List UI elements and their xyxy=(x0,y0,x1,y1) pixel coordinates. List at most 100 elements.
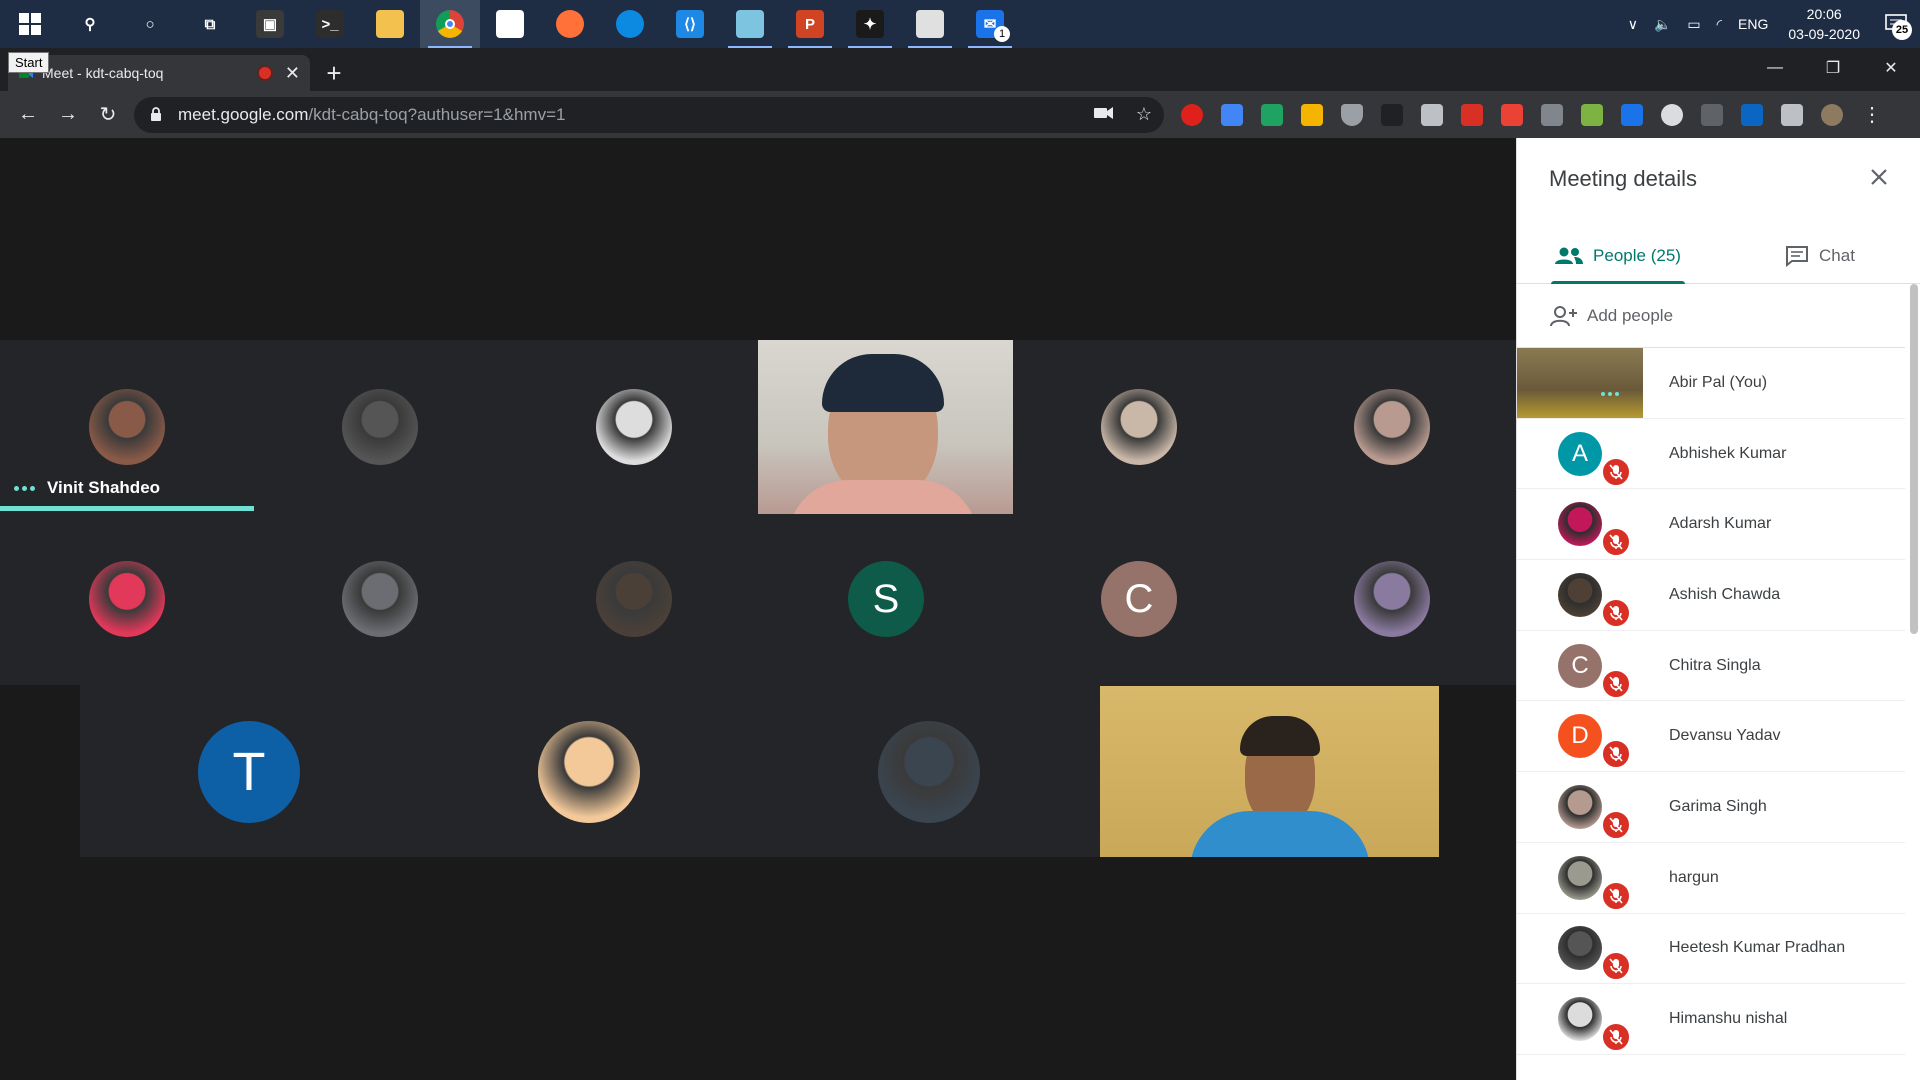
cortana-taskbar-button[interactable]: ○ xyxy=(120,0,180,48)
reload-button[interactable]: ↻ xyxy=(88,95,128,135)
participant-tile[interactable] xyxy=(596,561,672,637)
mic-off-icon xyxy=(1601,668,1631,699)
close-window-button[interactable]: ✕ xyxy=(1862,48,1920,88)
participant-tile[interactable] xyxy=(596,389,672,465)
minimize-button[interactable]: — xyxy=(1746,48,1804,88)
close-panel-icon[interactable] xyxy=(1864,162,1894,192)
add-people-button[interactable]: Add people xyxy=(1517,284,1905,348)
lock-icon[interactable] xyxy=(146,107,166,122)
participant-tile[interactable] xyxy=(342,561,418,637)
participant-list-item[interactable]: D Devansu Yadav xyxy=(1517,701,1905,773)
participant-tile[interactable] xyxy=(1101,389,1177,465)
circle-extension-icon[interactable] xyxy=(1658,101,1686,129)
dropper-extension-icon[interactable] xyxy=(1618,101,1646,129)
powerpoint-icon: P xyxy=(796,10,824,38)
participant-tile[interactable] xyxy=(1354,561,1430,637)
terminal-taskbar-button[interactable]: >_ xyxy=(300,0,360,48)
action-center-button[interactable]: 25 xyxy=(1872,0,1920,48)
bookmark-star-icon[interactable]: ☆ xyxy=(1136,104,1152,125)
grey-extension-icon[interactable] xyxy=(1698,101,1726,129)
tab-people-label: People (25) xyxy=(1593,245,1681,265)
participant-tile[interactable]: C xyxy=(1101,561,1177,637)
participant-list-item[interactable]: A Abhishek Kumar xyxy=(1517,419,1905,490)
participant-tile[interactable]: T xyxy=(198,721,300,823)
participant-photo-avatar xyxy=(342,561,418,637)
address-bar[interactable]: meet.google.com/kdt-cabq-toq?authuser=1&… xyxy=(134,96,1164,133)
participant-list-item[interactable]: Garima Singh xyxy=(1517,772,1905,843)
gift-extension-icon[interactable] xyxy=(1498,101,1526,129)
privacy-extension-icon[interactable] xyxy=(1338,101,1366,129)
mic-off-icon xyxy=(1601,809,1631,840)
participant-tile[interactable] xyxy=(538,721,640,823)
participant-video-1[interactable] xyxy=(758,340,1013,514)
file-explorer-taskbar-button[interactable] xyxy=(360,0,420,48)
participant-list-item[interactable]: hargun xyxy=(1517,843,1905,914)
chrome-menu-icon[interactable]: ⋮ xyxy=(1858,101,1886,129)
panel-scrollbar[interactable] xyxy=(1910,284,1918,634)
green-extension-icon[interactable] xyxy=(1578,101,1606,129)
task-view-taskbar-button[interactable]: ⧉ xyxy=(180,0,240,48)
chrome-taskbar-button[interactable] xyxy=(420,0,480,48)
participant-photo-avatar xyxy=(1558,997,1602,1042)
forward-button[interactable]: → xyxy=(48,95,88,135)
tab-close-icon[interactable]: ✕ xyxy=(285,63,300,84)
volume-icon[interactable]: 🔈 xyxy=(1646,0,1679,48)
mail-taskbar-button[interactable]: ✉ 1 xyxy=(960,0,1020,48)
participant-tile[interactable] xyxy=(89,561,165,637)
participant-video-2[interactable] xyxy=(1100,686,1439,857)
s-extension-icon[interactable] xyxy=(1258,101,1286,129)
adblock-extension-icon[interactable] xyxy=(1178,101,1206,129)
new-tab-button[interactable]: + xyxy=(314,55,354,91)
participant-list-item[interactable]: Adarsh Kumar xyxy=(1517,489,1905,561)
participant-photo-avatar xyxy=(1558,502,1602,547)
red-extension-icon[interactable] xyxy=(1458,101,1486,129)
battery-icon[interactable]: ▭ xyxy=(1679,0,1708,48)
figma-taskbar-button[interactable]: ✦ xyxy=(840,0,900,48)
tab-people[interactable]: People (25) xyxy=(1517,228,1719,284)
chevron-up-icon[interactable]: ∨ xyxy=(1620,0,1646,48)
pen-app-taskbar-button[interactable] xyxy=(720,0,780,48)
add-people-label: Add people xyxy=(1587,305,1674,325)
shield-extension-icon[interactable] xyxy=(1298,101,1326,129)
back-button[interactable]: ← xyxy=(8,95,48,135)
participant-tile[interactable] xyxy=(342,389,418,465)
clock[interactable]: 20:06 03-09-2020 xyxy=(1776,4,1872,44)
wifi-icon[interactable]: ◜ xyxy=(1709,0,1730,48)
linkedin-extension-icon[interactable] xyxy=(1738,101,1766,129)
store-taskbar-button[interactable] xyxy=(480,0,540,48)
extensions-puzzle-icon[interactable] xyxy=(1778,101,1806,129)
participant-tile[interactable] xyxy=(878,721,980,823)
participant-tile[interactable]: S xyxy=(848,561,924,637)
vscode-taskbar-button[interactable]: ⟨⟩ xyxy=(660,0,720,48)
edge-taskbar-button[interactable] xyxy=(600,0,660,48)
browser-tab[interactable]: Meet - kdt-cabq-toq ✕ xyxy=(8,55,310,91)
paint-taskbar-button[interactable] xyxy=(900,0,960,48)
powerpoint-taskbar-button[interactable]: P xyxy=(780,0,840,48)
puzzle-ext-icon[interactable] xyxy=(1538,101,1566,129)
participant-list-item[interactable]: Heetesh Kumar Pradhan xyxy=(1517,914,1905,985)
translate-extension-icon[interactable] xyxy=(1218,101,1246,129)
restore-button[interactable]: ❐ xyxy=(1804,48,1862,88)
windows-logo-icon xyxy=(19,13,41,35)
tab-chat[interactable]: Chat xyxy=(1719,228,1920,283)
firefox-taskbar-button[interactable] xyxy=(540,0,600,48)
windows-taskbar: ⚲ ○ ⧉ ▣ >_ ⟨⟩ P ✦ ✉ 1 ∨ 🔈 ▭ ◜ ENG 20:06 03-09-202… xyxy=(0,0,1920,48)
screenshot-extension-icon[interactable] xyxy=(1418,101,1446,129)
participant-thumbnail xyxy=(1517,489,1643,559)
windows-start-button[interactable] xyxy=(0,0,60,48)
profile-avatar[interactable] xyxy=(1818,101,1846,129)
participant-list-item[interactable]: Ashish Chawda xyxy=(1517,560,1905,631)
mic-off-icon xyxy=(1601,597,1631,628)
camera-indicator-icon[interactable] xyxy=(1093,104,1114,125)
participant-list-item[interactable]: Himanshu nishal xyxy=(1517,984,1905,1055)
search-taskbar-button[interactable]: ⚲ xyxy=(60,0,120,48)
participant-tile[interactable] xyxy=(89,389,165,465)
participant-tile[interactable] xyxy=(1354,389,1430,465)
participant-list-item[interactable]: C Chitra Singla xyxy=(1517,631,1905,702)
notepad-taskbar-button[interactable]: ▣ xyxy=(240,0,300,48)
dark-extension-icon[interactable] xyxy=(1378,101,1406,129)
notepad-icon: ▣ xyxy=(256,10,284,38)
participant-list-item[interactable]: Abir Pal (You) xyxy=(1517,347,1905,419)
clock-time: 20:06 xyxy=(1806,6,1842,22)
language-indicator[interactable]: ENG xyxy=(1730,0,1776,48)
